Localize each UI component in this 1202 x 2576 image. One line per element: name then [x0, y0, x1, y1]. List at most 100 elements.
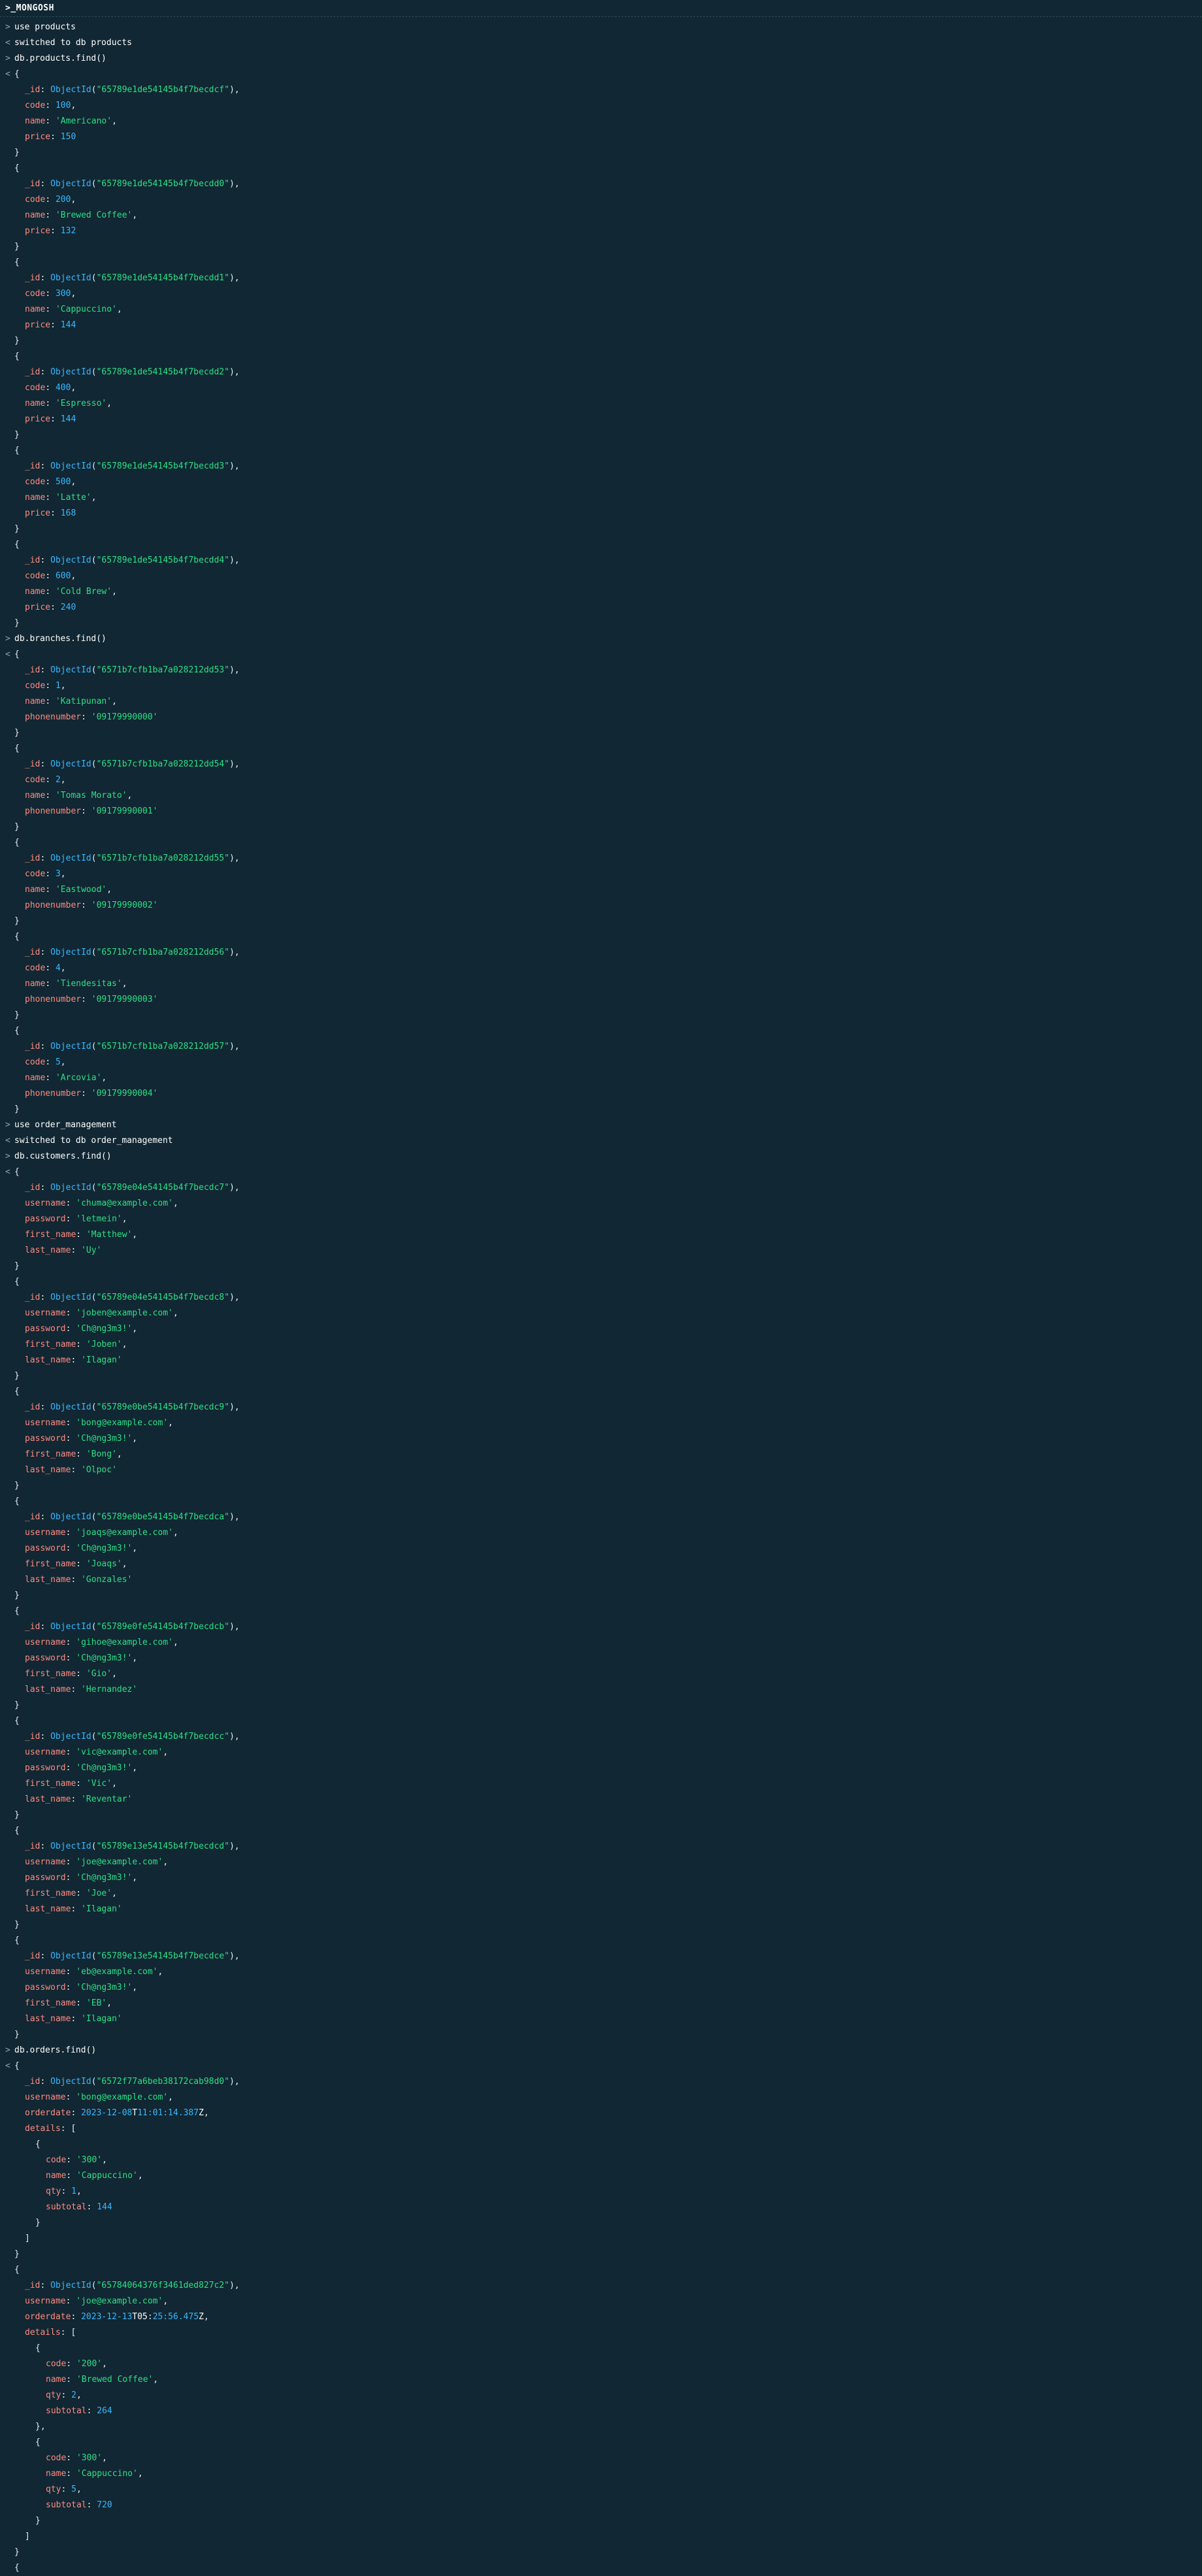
- punctuation: :: [45, 571, 56, 581]
- console-line: {: [0, 1933, 1202, 1949]
- field-key: _id: [25, 948, 41, 957]
- punctuation: ),: [229, 179, 240, 189]
- punctuation: :: [45, 493, 56, 503]
- punctuation: ,: [122, 1559, 127, 1569]
- punctuation: :: [40, 1042, 51, 1051]
- prompt-chevron-icon: >: [5, 22, 10, 32]
- field-key: code: [25, 383, 46, 393]
- punctuation: ,: [163, 1857, 169, 1867]
- string-value: "65789e1de54145b4f7becdd4": [96, 555, 230, 565]
- console-line: name: 'Brewed Coffee',: [0, 208, 1202, 223]
- punctuation: ),: [229, 759, 240, 769]
- field-key: username: [25, 1857, 66, 1867]
- field-key: code: [46, 2359, 67, 2369]
- string-value: "6571b7cfb1ba7a028212dd53": [96, 665, 230, 675]
- punctuation: :: [40, 179, 51, 189]
- field-key: first_name: [25, 1889, 76, 1898]
- field-key: code: [25, 1057, 46, 1067]
- line-content: username: 'joben@example.com',: [25, 1308, 178, 1318]
- string-value: 'eb@example.com': [76, 1967, 158, 1977]
- line-content: _id: ObjectId("6571b7cfb1ba7a028212dd55"…: [25, 853, 240, 863]
- line-content: {: [14, 540, 20, 550]
- line-content: _id: ObjectId("65789e04e54145b4f7becdc7"…: [25, 1183, 240, 1193]
- punctuation: }: [14, 1104, 20, 1114]
- string-value: 'Cappuccino': [55, 305, 117, 314]
- line-content: price: 144: [25, 414, 76, 424]
- console-line: price: 168: [0, 506, 1202, 521]
- line-content: phonenumber: '09179990004': [25, 1089, 158, 1098]
- punctuation: :: [65, 1638, 76, 1647]
- console-line: }: [0, 145, 1202, 161]
- string-value: 'Tiendesitas': [55, 979, 122, 989]
- field-key: code: [25, 963, 46, 973]
- field-key: password: [25, 1544, 66, 1553]
- line-content: orderdate: 2023-12-13T05:25:56.475Z,: [25, 2312, 209, 2322]
- punctuation: ,: [91, 493, 97, 503]
- punctuation: ,: [71, 195, 76, 205]
- punctuation: ,: [101, 1073, 107, 1083]
- punctuation: ,: [122, 979, 127, 989]
- line-content: name: 'Eastwood',: [25, 885, 112, 895]
- line-content: _id: ObjectId("65789e0be54145b4f7becdc9"…: [25, 1402, 240, 1412]
- string-value: 'Brewed Coffee': [76, 2375, 154, 2385]
- number-value: ObjectId: [50, 1622, 91, 1632]
- line-content: }: [14, 1920, 20, 1930]
- line-content: name: 'Brewed Coffee',: [25, 210, 137, 220]
- punctuation: ,: [112, 1889, 117, 1898]
- punctuation: ,: [106, 1998, 112, 2008]
- punctuation: {: [14, 257, 20, 267]
- punctuation: :: [71, 2108, 82, 2118]
- string-value: "6571b7cfb1ba7a028212dd56": [96, 948, 230, 957]
- line-content: switched to db products: [14, 38, 132, 48]
- line-content: last_name: 'Gonzales': [25, 1575, 132, 1585]
- punctuation: :: [50, 226, 61, 236]
- number-value: 600: [55, 571, 71, 581]
- line-content: }: [14, 1591, 20, 1600]
- line-content: _id: ObjectId("6571b7cfb1ba7a028212dd53"…: [25, 665, 240, 675]
- punctuation: :: [71, 1575, 82, 1585]
- punctuation: {: [14, 352, 20, 361]
- field-key: code: [25, 571, 46, 581]
- console-line: }: [0, 333, 1202, 349]
- punctuation: }: [14, 2030, 20, 2039]
- punctuation: ),: [229, 2077, 240, 2087]
- punctuation: ,: [60, 775, 66, 785]
- punctuation: }: [14, 1591, 20, 1600]
- number-value: ObjectId: [50, 273, 91, 283]
- shell-title: >_MONGOSH: [5, 3, 54, 13]
- string-value: 'Ilagan': [81, 1355, 122, 1365]
- console-line: password: 'Ch@ng3m3!',: [0, 1651, 1202, 1666]
- line-content: _id: ObjectId("6571b7cfb1ba7a028212dd56"…: [25, 948, 240, 957]
- punctuation: :: [76, 1449, 86, 1459]
- console-line: {: [0, 443, 1202, 459]
- line-content: {: [14, 352, 20, 361]
- line-content: password: 'Ch@ng3m3!',: [25, 1873, 137, 1883]
- console-line: {: [0, 349, 1202, 365]
- console-line: last_name: 'Reventar': [0, 1792, 1202, 1808]
- number-value: 1: [71, 2187, 76, 2196]
- console-line: first_name: 'Bong',: [0, 1447, 1202, 1462]
- line-content: last_name: 'Ilagan': [25, 2014, 122, 2024]
- console-line: orderdate: 2023-12-13T05:25:56.475Z,: [0, 2309, 1202, 2325]
- shell-text: Z: [199, 2312, 204, 2322]
- line-content: ]: [25, 2532, 30, 2541]
- line-content: name: 'Tomas Morato',: [25, 791, 132, 801]
- console-line: {: [0, 2560, 1202, 2576]
- punctuation: ),: [229, 461, 240, 471]
- number-value: 144: [60, 414, 76, 424]
- console-line: }: [0, 1808, 1202, 1823]
- console-line: code: 500,: [0, 474, 1202, 490]
- number-value: ObjectId: [50, 2281, 91, 2290]
- field-key: _id: [25, 1841, 41, 1851]
- number-value: 144: [97, 2202, 112, 2212]
- console-line: _id: ObjectId("65789e0be54145b4f7becdc9"…: [0, 1400, 1202, 1415]
- punctuation: ,: [163, 1747, 169, 1757]
- punctuation: :: [65, 1308, 76, 1318]
- console-line: phonenumber: '09179990000': [0, 710, 1202, 725]
- console-output[interactable]: > use products < switched to db products > db…: [0, 20, 1202, 2575]
- punctuation: {: [14, 2061, 20, 2071]
- punctuation: ),: [229, 1293, 240, 1302]
- console-line: password: 'letmein',: [0, 1212, 1202, 1227]
- string-value: '09179990002': [91, 900, 158, 910]
- console-line: _id: ObjectId("6571b7cfb1ba7a028212dd57"…: [0, 1039, 1202, 1055]
